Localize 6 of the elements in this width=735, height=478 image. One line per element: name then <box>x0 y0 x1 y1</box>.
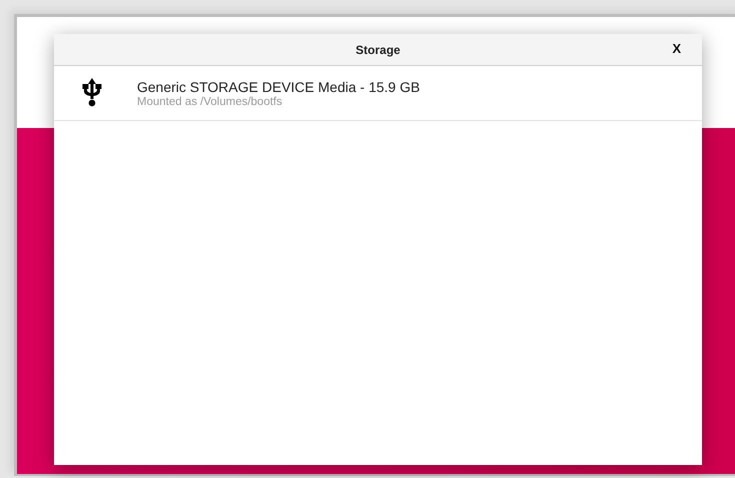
device-mount: Mounted as /Volumes/bootfs <box>137 96 284 108</box>
device-name: Generic STORAGE DEVICE Media - 15.9 GB <box>137 78 420 94</box>
usb-icon <box>81 77 103 109</box>
close-button[interactable]: X <box>669 41 684 56</box>
dialog-title: Storage <box>356 42 400 56</box>
device-row[interactable]: Generic STORAGE DEVICE Media - 15.9 GB Mounted as /Volumes/bootfs <box>54 66 702 121</box>
